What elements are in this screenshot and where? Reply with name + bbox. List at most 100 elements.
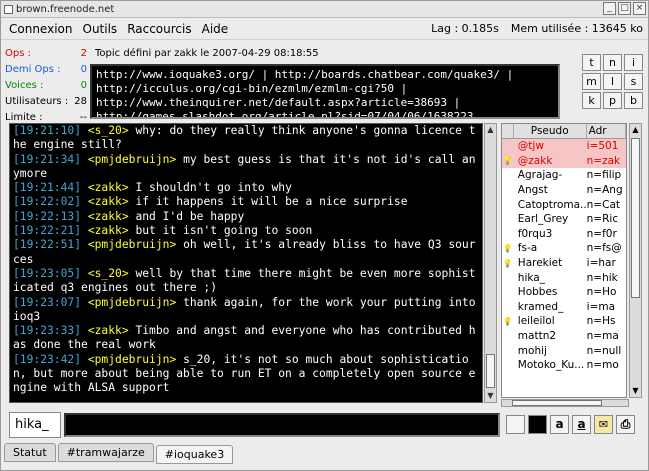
user-list[interactable]: Pseudo Adr @tjw i=501 💡 @zakk n=zak Agrajag-n… <box>501 123 627 398</box>
underline-button[interactable]: a <box>572 415 591 434</box>
mode-t-button[interactable]: t <box>582 54 601 71</box>
user-row[interactable]: Catoptroma... n=Cat <box>502 197 626 212</box>
user-host: i=har <box>586 257 616 270</box>
message-text: my best guess is that it's not id's call… <box>13 152 476 180</box>
userlist-scrollbar[interactable]: ▲ ▼ <box>629 123 642 398</box>
scroll-up-icon[interactable]: ▲ <box>630 124 641 136</box>
menu-connexion[interactable]: Connexion <box>4 22 78 36</box>
user-row[interactable]: f0rqu3 n=f0r <box>502 227 626 242</box>
mode-k-button[interactable]: k <box>582 92 601 109</box>
limit-value: -- <box>79 111 87 123</box>
app-icon <box>4 4 13 14</box>
user-nick: Motoko_Ku... <box>517 359 585 372</box>
maximize-icon[interactable]: □ <box>618 2 631 15</box>
user-row[interactable]: Hobbes n=Ho <box>502 285 626 300</box>
topic-box[interactable]: http://www.ioquake3.org/ | http://boards… <box>90 64 560 119</box>
message-nick: <pmjdebruijn> <box>87 238 177 252</box>
bulb-icon: 💡 <box>502 258 513 268</box>
bulb-icon: 💡 <box>502 243 513 253</box>
user-row[interactable]: mattn2 n=ma <box>502 329 626 344</box>
tab-tramwajarze[interactable]: #tramwajarze <box>57 443 154 462</box>
printer-icon[interactable]: ⎙ <box>616 415 635 434</box>
chat-message: [19:21:44] <zakk> I shouldn't go into wh… <box>13 181 479 195</box>
user-host: n=fs@ <box>586 242 622 255</box>
user-nick: fs-a <box>517 242 538 255</box>
input-row: hika_ a a ✉ ⎙ <box>9 412 644 438</box>
pseudo-column-header[interactable]: Pseudo <box>514 124 587 138</box>
user-host: n=null <box>586 344 622 357</box>
menu-aide[interactable]: Aide <box>197 22 234 36</box>
user-row[interactable]: Earl_Grey n=Ric <box>502 212 626 227</box>
scroll-down-icon[interactable]: ▼ <box>630 385 641 397</box>
message-input[interactable] <box>64 413 500 437</box>
minimize-icon[interactable]: _ <box>603 2 616 15</box>
mode-n-button[interactable]: n <box>603 54 622 71</box>
icon-column-header[interactable] <box>502 124 514 138</box>
mode-l-button[interactable]: l <box>603 73 622 90</box>
mode-i-button[interactable]: i <box>624 54 643 71</box>
title-bar: brown.freenode.net _ □ × <box>1 1 648 18</box>
user-row[interactable]: hika_ n=hik <box>502 270 626 285</box>
mode-m-button[interactable]: m <box>582 73 601 90</box>
user-host: n=ma <box>586 330 619 343</box>
user-host: i=501 <box>586 140 619 153</box>
scroll-thumb[interactable] <box>486 354 495 388</box>
message-text: but it isn't going to soon <box>135 224 313 238</box>
menu-outils[interactable]: Outils <box>78 22 123 36</box>
scroll-down-icon[interactable]: ▼ <box>485 390 496 402</box>
message-nick: <pmjdebruijn> <box>87 152 177 166</box>
user-row[interactable]: 💡 fs-a n=fs@ <box>502 241 626 256</box>
close-icon[interactable]: × <box>633 2 646 15</box>
address-column-header[interactable]: Adr <box>587 124 626 138</box>
userlist-hscrollbar[interactable] <box>501 399 629 407</box>
message-timestamp: [19:22:13] <box>13 209 82 223</box>
user-row[interactable]: Angst n=Ang <box>502 183 626 198</box>
bulb-icon: 💡 <box>502 316 513 326</box>
message-nick: <zakk> <box>87 324 129 338</box>
user-host: n=filip <box>586 169 622 182</box>
tab-statut[interactable]: Statut <box>4 443 56 462</box>
main-window: brown.freenode.net _ □ × Connexion Outil… <box>0 0 649 471</box>
user-nick: Hobbes <box>517 286 558 299</box>
user-row[interactable]: 💡 @zakk n=zak <box>502 153 626 169</box>
message-nick: <pmjdebruijn> <box>87 295 177 309</box>
user-host: n=f0r <box>586 227 617 240</box>
envelope-icon[interactable]: ✉ <box>594 415 613 434</box>
chat-scrollbar[interactable]: ▲ ▼ <box>484 123 497 403</box>
user-host: i=ma <box>586 300 616 313</box>
mode-p-button[interactable]: p <box>603 92 622 109</box>
bold-button[interactable]: a <box>550 415 569 434</box>
scroll-up-icon[interactable]: ▲ <box>485 124 496 136</box>
black-color-button[interactable] <box>528 415 547 434</box>
mode-s-button[interactable]: s <box>624 73 643 90</box>
hscroll-thumb[interactable] <box>512 400 602 406</box>
user-host: n=Cat <box>586 198 620 211</box>
user-host: n=zak <box>586 154 621 167</box>
message-text: well by that time there might be even mo… <box>13 266 476 295</box>
topic-line: http://games.slashdot.org/article.pl?sid… <box>96 110 474 119</box>
scroll-thumb[interactable] <box>631 138 640 298</box>
tab-ioquake3[interactable]: #ioquake3 <box>155 445 234 464</box>
message-text: why: do they really think anyone's gonna… <box>13 124 476 152</box>
user-row[interactable]: Motoko_Ku... n=mo <box>502 358 626 373</box>
voices-count: 0 <box>80 79 87 91</box>
chat-log[interactable]: [19:21:10] <s_20> why: do they really th… <box>9 123 483 403</box>
menu-raccourcis[interactable]: Raccourcis <box>122 22 196 36</box>
user-row[interactable]: Agrajag-n=filip <box>502 168 626 183</box>
nick-button[interactable]: hika_ <box>9 412 61 438</box>
user-row[interactable]: kramed_ i=ma <box>502 300 626 315</box>
voices-label: Voices : <box>5 79 44 91</box>
channel-stats: Ops : 2 Demi Ops : 0 Voices : 0 Utilisateur… <box>5 45 87 125</box>
user-row[interactable]: @tjw i=501 <box>502 139 626 154</box>
user-row[interactable]: 💡 Harekiet i=har <box>502 256 626 271</box>
user-host: n=Hs <box>586 315 616 328</box>
user-row[interactable]: mohij n=null <box>502 343 626 358</box>
mode-b-button[interactable]: b <box>624 92 643 109</box>
chat-message: [19:23:05] <s_20> well by that time ther… <box>13 267 479 296</box>
user-nick: kramed_ <box>517 300 564 313</box>
channel-modes: t n i m l s k p b <box>582 54 644 109</box>
user-row[interactable]: 💡 leileilol n=Hs <box>502 314 626 329</box>
white-color-button[interactable] <box>506 415 525 434</box>
user-nick: @tjw <box>517 140 544 153</box>
user-nick: @zakk <box>517 154 553 167</box>
